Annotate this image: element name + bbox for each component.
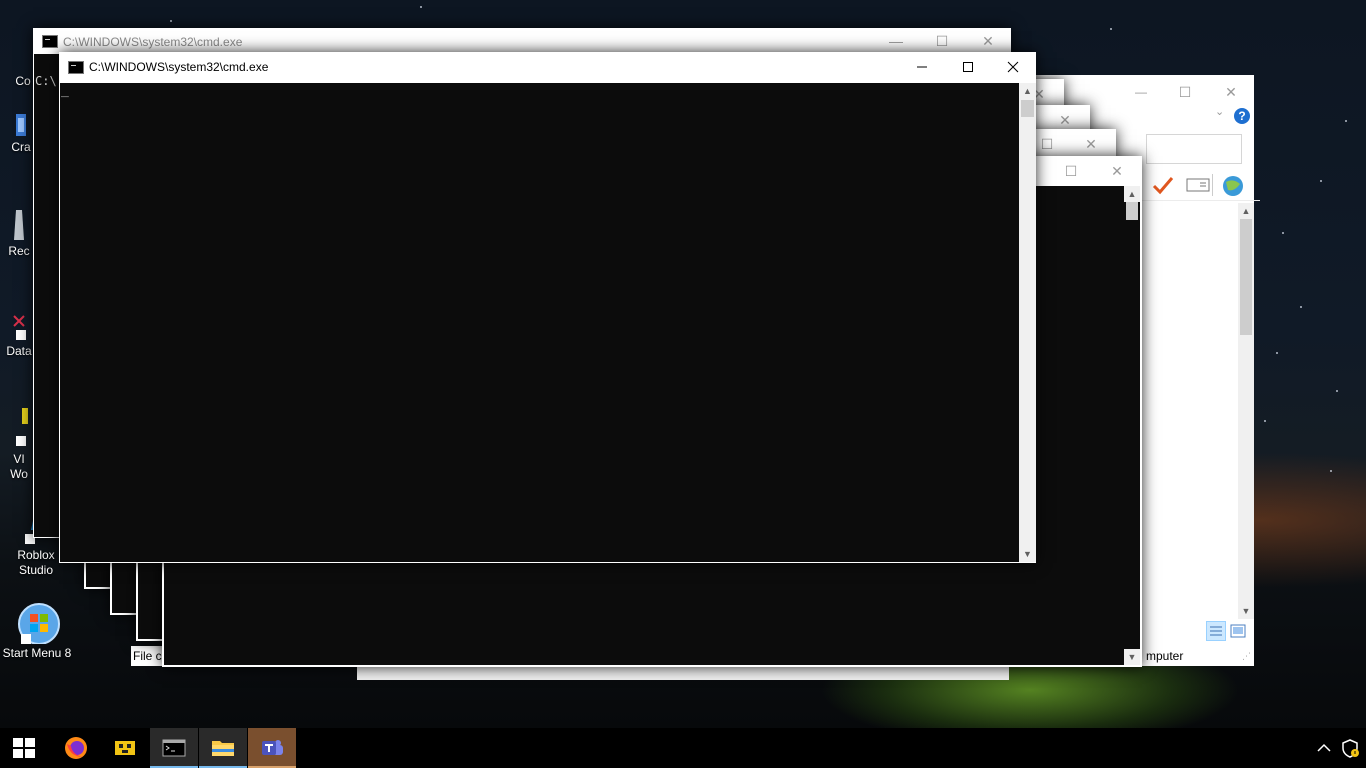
desktop-icon-label: Co [15,74,31,88]
taskbar-command-prompt[interactable] [150,728,198,768]
scroll-up-icon[interactable]: ▲ [1124,186,1140,202]
cmd-icon [68,61,84,74]
desktop-icon-label: VI Wo [10,452,28,481]
scroll-thumb[interactable] [1126,202,1138,220]
console-text: C:\ [35,74,57,88]
close-icon [1007,61,1019,73]
command-prompt-icon [162,739,186,757]
teams-icon [262,740,283,755]
desktop-icon-label: Cra [11,140,31,154]
minimize-icon [917,66,927,68]
desktop-icon-label: Data [6,344,32,358]
star [1300,306,1302,308]
console-cursor: _ [61,83,69,98]
scroll-down-icon[interactable]: ▼ [1124,649,1140,665]
app-icon [16,114,26,136]
vertical-scrollbar[interactable]: ▲ ▼ [1238,203,1254,619]
start-button[interactable] [0,728,48,768]
scroll-thumb[interactable] [1240,219,1252,335]
star [1282,232,1284,234]
console-area[interactable]: _ [60,83,1019,562]
cmd-icon [42,35,58,48]
start-menu-8-icon [18,603,60,644]
yellow-app-icon [115,741,135,755]
windows-logo-icon [13,738,35,758]
star [420,6,422,8]
cmd-window-front[interactable]: C:\WINDOWS\system32\cmd.exe _ ▲ ▼ [59,52,1036,563]
scroll-thumb[interactable] [1021,100,1034,117]
large-icons-view-icon[interactable] [1230,623,1246,639]
security-tray-button[interactable] [1340,738,1360,758]
scroll-down-icon[interactable]: ▼ [1238,603,1254,619]
desktop-icon-label: Rec [8,244,30,258]
firefox-icon [65,737,87,759]
background-window-bottom-edge [357,666,1009,680]
toolbar [1140,172,1260,201]
resize-grip-icon[interactable]: ⋰ [1242,651,1251,662]
desktop-icon-label: Roblox Studio [17,548,55,577]
scroll-up-icon[interactable]: ▲ [1019,83,1036,99]
globe-icon[interactable] [1220,174,1246,198]
vertical-scrollbar[interactable]: ▲ ▼ [1124,186,1140,665]
maximize-button[interactable]: ☐ [1162,77,1208,107]
help-icon[interactable]: ? [1234,108,1250,124]
taskbar-firefox[interactable] [52,728,100,768]
taskbar-microsoft-teams[interactable] [248,728,296,768]
recycle-bin-icon [14,210,24,240]
taskbar [0,728,1366,768]
star [1264,420,1266,422]
toolbar-divider [1212,174,1213,196]
close-button[interactable]: ✕ [1068,129,1114,159]
star [1276,352,1278,354]
status-text-right: mputer [1146,649,1184,663]
minimize-button[interactable]: — [873,28,919,54]
window-title: C:\WINDOWS\system32\cmd.exe [89,60,269,74]
taskbar-app-yellow[interactable] [101,728,149,768]
maximize-icon [963,62,973,72]
details-view-icon[interactable] [1206,621,1226,641]
desktop-icon-vi-wo[interactable]: VI Wo [4,406,34,482]
maximize-button[interactable]: ☐ [1048,156,1094,186]
close-button[interactable]: ✕ [1208,77,1254,107]
star [1345,120,1347,122]
minimize-button[interactable]: — [1118,77,1164,107]
desktop-icon-recycle[interactable]: Rec [4,208,34,259]
title-bar[interactable]: C:\WINDOWS\system32\cmd.exe [59,52,1036,82]
mail-icon[interactable] [1186,177,1210,193]
checkmark-icon[interactable] [1152,176,1174,196]
data-app-icon [13,315,26,340]
shield-icon [1342,739,1359,758]
scroll-down-icon[interactable]: ▼ [1019,546,1036,562]
star [170,20,172,22]
folder-icon [212,741,234,756]
show-hidden-icons-button[interactable] [1316,740,1332,756]
maximize-button[interactable] [945,52,991,82]
chevron-down-icon[interactable]: ⌄ [1215,105,1224,118]
close-button[interactable]: ✕ [1094,156,1140,186]
status-text-left: File c [133,649,162,663]
star [1330,470,1332,472]
scroll-up-icon[interactable]: ▲ [1238,203,1254,219]
vi-icon [16,408,28,446]
star [1320,180,1322,182]
star [1110,28,1112,30]
desktop-icon-label: Start Menu 8 [2,646,72,660]
title-bar[interactable]: C:\WINDOWS\system32\cmd.exe — ☐ ✕ [33,28,1011,54]
window-title: C:\WINDOWS\system32\cmd.exe [63,35,243,49]
search-input[interactable] [1146,134,1242,164]
minimize-button[interactable] [899,52,945,82]
desktop-icon-crash[interactable]: Cra [6,112,36,155]
taskbar-file-explorer[interactable] [199,728,247,768]
desktop-icon-data[interactable]: Data [2,312,36,359]
desktop-icon-start-menu-8[interactable]: Start Menu 8 [2,602,72,661]
chevron-up-icon [1317,743,1331,752]
maximize-button[interactable]: ☐ [919,28,965,54]
close-button[interactable]: ✕ [965,28,1011,54]
close-button[interactable] [990,52,1036,82]
vertical-scrollbar[interactable]: ▲ ▼ [1019,83,1036,562]
star [1336,390,1338,392]
